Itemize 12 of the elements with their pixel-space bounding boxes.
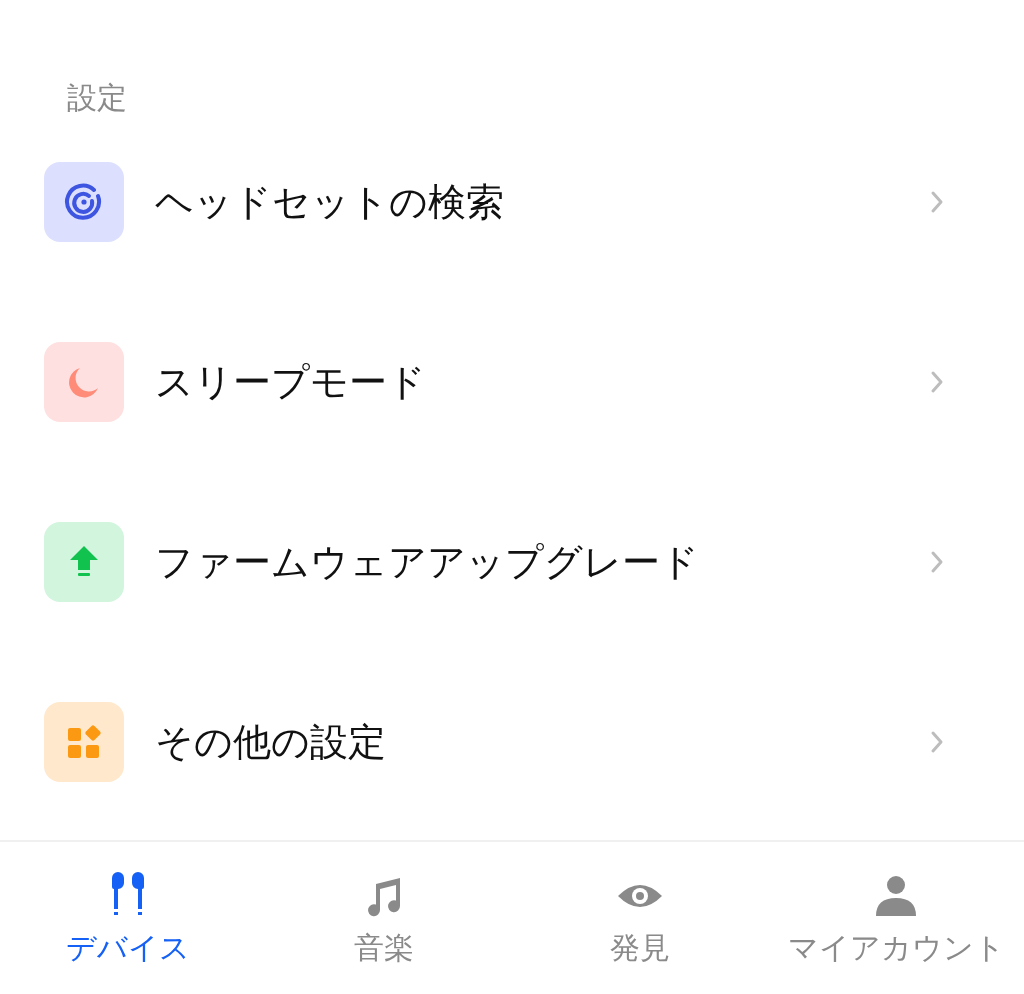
arrow-up-icon [44,522,124,602]
radar-icon [44,162,124,242]
chevron-icon [930,550,944,574]
apps-icon [44,702,124,782]
settings-row[interactable]: その他の設定 [0,652,1024,832]
chevron-icon [930,190,944,214]
chevron-icon [930,730,944,754]
chevron-icon [930,370,944,394]
settings-row[interactable]: ファームウェアアップグレード [0,472,1024,652]
settings-row[interactable]: スリープモード [0,292,1024,472]
moon-icon [44,342,124,422]
tab[interactable]: デバイス [0,842,256,994]
